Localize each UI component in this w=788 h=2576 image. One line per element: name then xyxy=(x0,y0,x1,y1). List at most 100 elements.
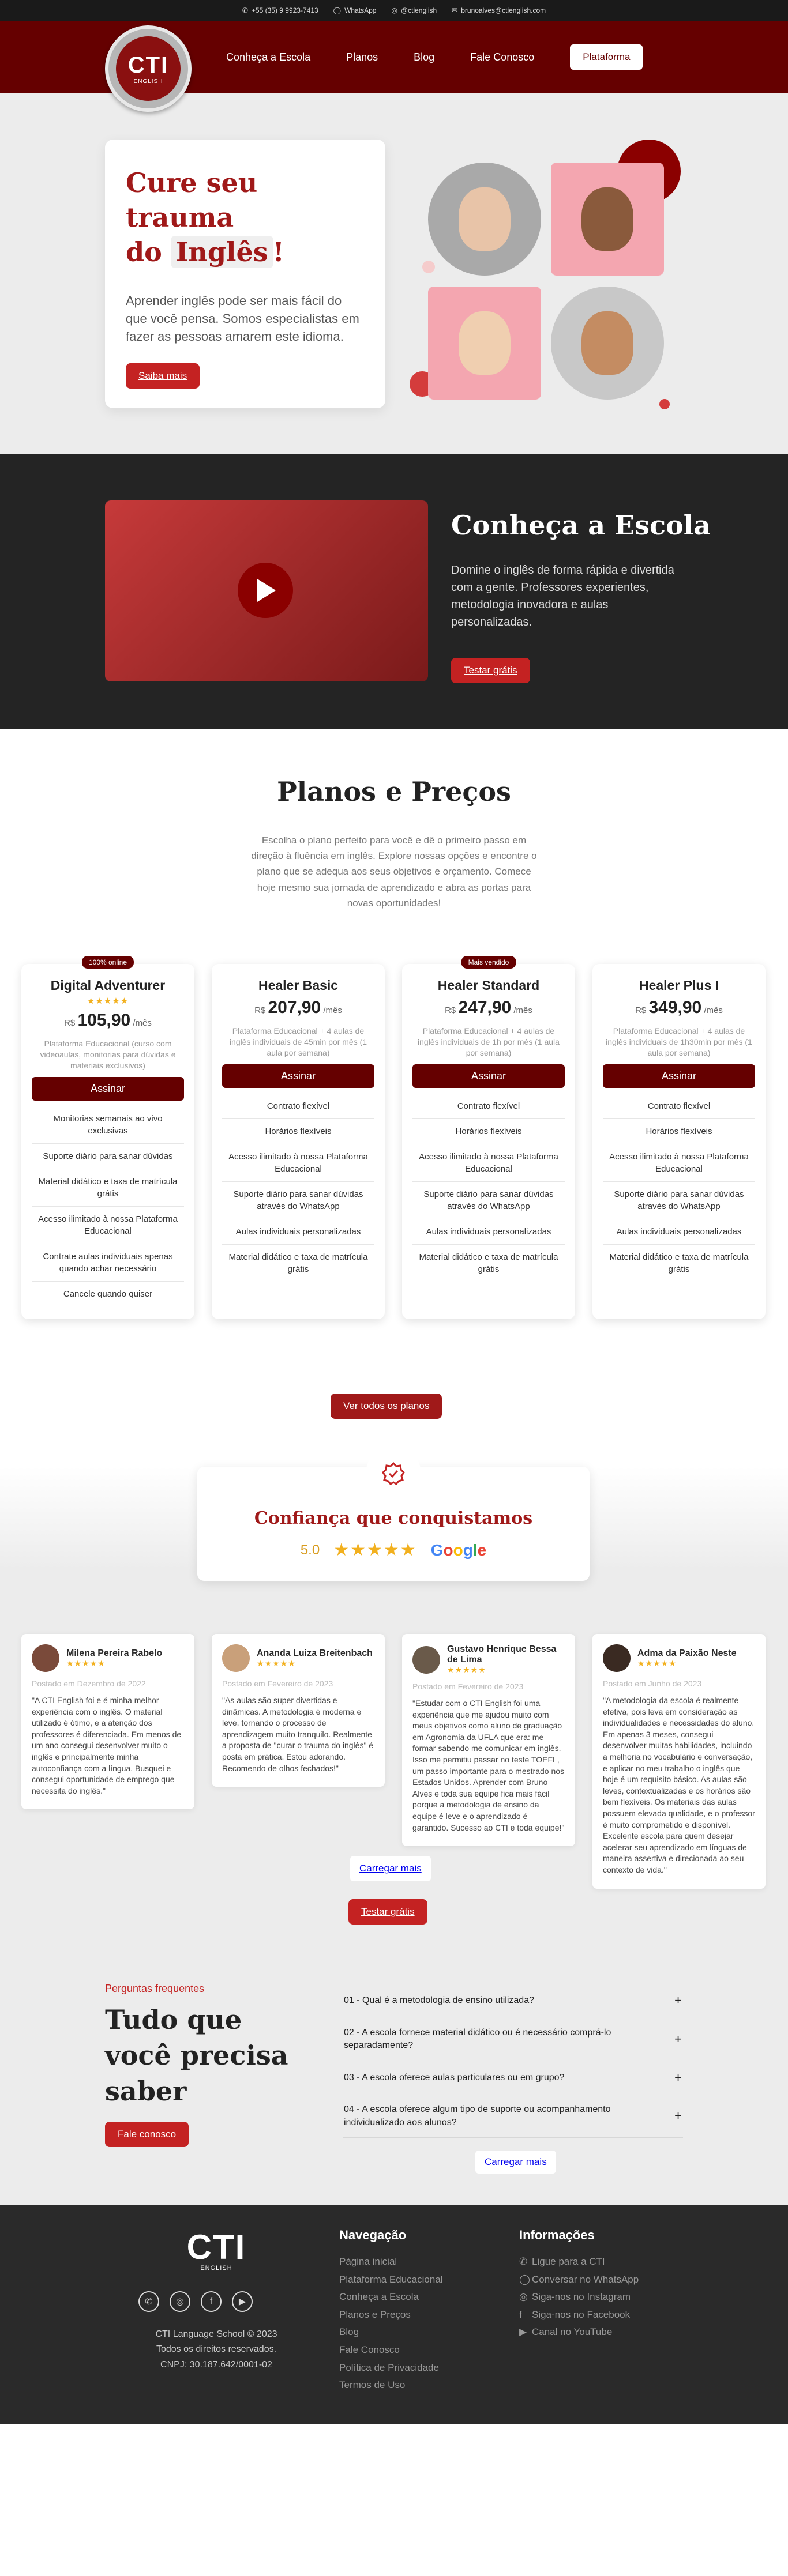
play-icon[interactable] xyxy=(238,563,293,618)
try-free-button[interactable]: Testar grátis xyxy=(451,658,530,683)
platform-button[interactable]: Plataforma xyxy=(570,44,643,70)
faq-item[interactable]: 03 - A escola oferece aulas particulares… xyxy=(343,2061,683,2096)
logo-text: CTI xyxy=(127,52,169,78)
whatsapp-icon[interactable]: ✆ xyxy=(138,2291,159,2312)
plan-feature: Material didático e taxa de matrícula gr… xyxy=(609,1252,749,1274)
instagram-icon: ◎ xyxy=(519,2291,528,2303)
faq-question: 03 - A escola oferece aulas particulares… xyxy=(344,2072,565,2082)
try-free-button-2[interactable]: Testar grátis xyxy=(348,1899,427,1925)
load-more-reviews-button[interactable]: Carregar mais xyxy=(350,1856,431,1881)
topbar-instagram[interactable]: ◎ @ctienglish xyxy=(391,6,437,14)
review-stars: ★★★★★ xyxy=(447,1665,486,1674)
footer-info: Informações ✆ Ligue para a CTI ◯ Conversar … xyxy=(519,2228,639,2341)
footer-logo[interactable]: CTI ENGLISH xyxy=(179,2230,254,2272)
footer-info-link[interactable]: f Siga-nos no Facebook xyxy=(519,2306,639,2324)
site-footer: CTI ENGLISH ✆ ◎ f ▶ CTI Language School … xyxy=(0,2205,788,2424)
plan-feature: Acesso ilimitado à nossa Plataforma Educ… xyxy=(603,1144,755,1182)
youtube-icon: ▶ xyxy=(519,2326,527,2338)
school-video[interactable] xyxy=(105,500,428,681)
all-plans-button[interactable]: Ver todos os planos xyxy=(331,1394,442,1419)
plan-stars: ★★★★★ xyxy=(87,996,129,1006)
plans-subtitle: Escolha o plano perfeito para você e dê … xyxy=(251,835,537,909)
review-author: Adma da Paixão Neste ★★★★★ xyxy=(603,1644,755,1672)
youtube-icon[interactable]: ▶ xyxy=(232,2291,253,2312)
plan-card: Healer Plus I R$ 349,90 /mês Plataforma Ed… xyxy=(592,964,766,1319)
plan-feature: Suporte diário para sanar dúvidas xyxy=(32,1144,184,1169)
faq-question: 01 - Qual é a metodologia de ensino util… xyxy=(344,1995,534,2006)
subscribe-button[interactable]: Assinar xyxy=(603,1064,755,1088)
learn-more-button[interactable]: Saiba mais xyxy=(126,363,200,389)
plan-description: Plataforma Educacional + 4 aulas de ingl… xyxy=(606,1026,752,1057)
facebook-icon: f xyxy=(519,2308,522,2320)
trust-card: Confiança que conquistamos 5.0 ★★★★★ Goo… xyxy=(197,1446,590,1581)
plan-name: Healer Basic xyxy=(258,978,339,993)
topbar-whatsapp[interactable]: ◯ WhatsApp xyxy=(333,6,377,14)
nav-item-blog[interactable]: Blog xyxy=(414,51,434,63)
plus-icon: + xyxy=(674,2070,682,2085)
footer-nav-link[interactable]: Plataforma Educacional xyxy=(339,2271,443,2289)
footer-info-link[interactable]: ◎ Siga-nos no Instagram xyxy=(519,2288,639,2306)
load-more-faq-button[interactable]: Carregar mais xyxy=(475,2151,556,2174)
footer-nav-link[interactable]: Fale Conosco xyxy=(339,2341,443,2359)
plan-price: R$ 247,90 /mês xyxy=(445,998,532,1017)
avatar xyxy=(603,1644,631,1672)
faq-kicker: Perguntas frequentes xyxy=(105,1983,205,1994)
plan-feature: Suporte diário para sanar dúvidas atravé… xyxy=(222,1182,374,1219)
faq-item[interactable]: 02 - A escola fornece material didático … xyxy=(343,2018,683,2061)
plans-title: Planos e Preços xyxy=(277,776,511,807)
plans-section: Planos e Preços Escolha o plano perfeito… xyxy=(0,729,788,1467)
review-text: "As aulas são super divertidas e dinâmic… xyxy=(222,1696,374,1773)
reviewer-name: Gustavo Henrique Bessa de Lima xyxy=(447,1644,557,1664)
rating-stars: ★★★★★ xyxy=(333,1541,417,1560)
nav-item-planos[interactable]: Planos xyxy=(346,51,378,63)
review-card: Ananda Luiza Breitenbach ★★★★★ Postado e… xyxy=(212,1634,385,1787)
school-section: Conheça a Escola Domine o inglês de form… xyxy=(0,454,788,729)
faq-title: Tudo que você precisa saber xyxy=(105,2004,288,2107)
plan-feature: Aulas individuais personalizadas xyxy=(603,1219,755,1245)
review-stars: ★★★★★ xyxy=(257,1658,296,1668)
plan-feature: Contrate aulas individuais apenas quando… xyxy=(32,1244,184,1282)
plan-badge: 100% online xyxy=(81,956,134,969)
nav-item-escola[interactable]: Conheça a Escola xyxy=(226,51,310,63)
plan-cards: 100% online Digital Adventurer ★★★★★ R$ 105… xyxy=(21,956,766,1319)
reviews-list: Milena Pereira Rabelo ★★★★★ Postado em D… xyxy=(21,1634,766,1889)
footer-nav-link[interactable]: Blog xyxy=(339,2323,443,2341)
subscribe-button[interactable]: Assinar xyxy=(412,1064,565,1088)
plan-description: Plataforma Educacional + 4 aulas de ingl… xyxy=(229,1026,367,1057)
facebook-icon[interactable]: f xyxy=(201,2291,222,2312)
footer-nav-link[interactable]: Conheça a Escola xyxy=(339,2288,443,2306)
plan-feature: Acesso ilimitado à nossa Plataforma Educ… xyxy=(222,1144,374,1182)
footer-socials: ✆ ◎ f ▶ xyxy=(138,2291,253,2312)
decor-circle xyxy=(659,399,670,409)
subscribe-button[interactable]: Assinar xyxy=(222,1064,374,1088)
faq-item[interactable]: 04 - A escola oferece algum tipo de supo… xyxy=(343,2095,683,2138)
footer-info-link[interactable]: ◯ Conversar no WhatsApp xyxy=(519,2271,639,2289)
whatsapp-icon: ◯ xyxy=(519,2273,531,2285)
contact-button[interactable]: Fale conosco xyxy=(105,2122,189,2148)
footer-info-link[interactable]: ▶ Canal no YouTube xyxy=(519,2323,639,2341)
instagram-icon[interactable]: ◎ xyxy=(170,2291,190,2312)
footer-info-link[interactable]: ✆ Ligue para a CTI xyxy=(519,2253,639,2271)
footer-nav-link[interactable]: Página inicial xyxy=(339,2253,443,2271)
review-text: "A CTI English foi e é minha melhor expe… xyxy=(32,1696,182,1795)
site-logo[interactable]: CTI ENGLISH xyxy=(105,25,192,112)
plan-feature: Monitorias semanais ao vivo exclusivas xyxy=(32,1106,184,1144)
reviewer-name: Ananda Luiza Breitenbach xyxy=(257,1648,373,1658)
faq-item[interactable]: 01 - Qual é a metodologia de ensino util… xyxy=(343,1984,683,2018)
nav-item-contato[interactable]: Fale Conosco xyxy=(470,51,534,63)
subscribe-button[interactable]: Assinar xyxy=(32,1076,184,1101)
footer-nav-link[interactable]: Planos e Preços xyxy=(339,2306,443,2324)
plan-feature: Suporte diário para sanar dúvidas atravé… xyxy=(412,1182,565,1219)
topbar-email[interactable]: ✉ brunoalves@ctienglish.com xyxy=(452,6,546,14)
footer-nav-link[interactable]: Termos de Uso xyxy=(339,2377,443,2394)
hero-section: Cure seu trauma do Inglês! Aprender ingl… xyxy=(0,93,788,454)
plan-card: 100% online Digital Adventurer ★★★★★ R$ 105… xyxy=(21,956,194,1319)
topbar-phone[interactable]: ✆ +55 (35) 9 9923-7413 xyxy=(242,6,318,14)
plan-feature: Material didático e taxa de matrícula gr… xyxy=(419,1252,558,1274)
plan-feature: Suporte diário para sanar dúvidas atravé… xyxy=(603,1182,755,1219)
avatar xyxy=(32,1644,59,1672)
footer-nav-link[interactable]: Política de Privacidade xyxy=(339,2359,443,2377)
review-stars: ★★★★★ xyxy=(66,1658,106,1668)
avatar xyxy=(412,1645,440,1674)
trust-section: Confiança que conquistamos 5.0 ★★★★★ Goo… xyxy=(0,1446,788,2205)
